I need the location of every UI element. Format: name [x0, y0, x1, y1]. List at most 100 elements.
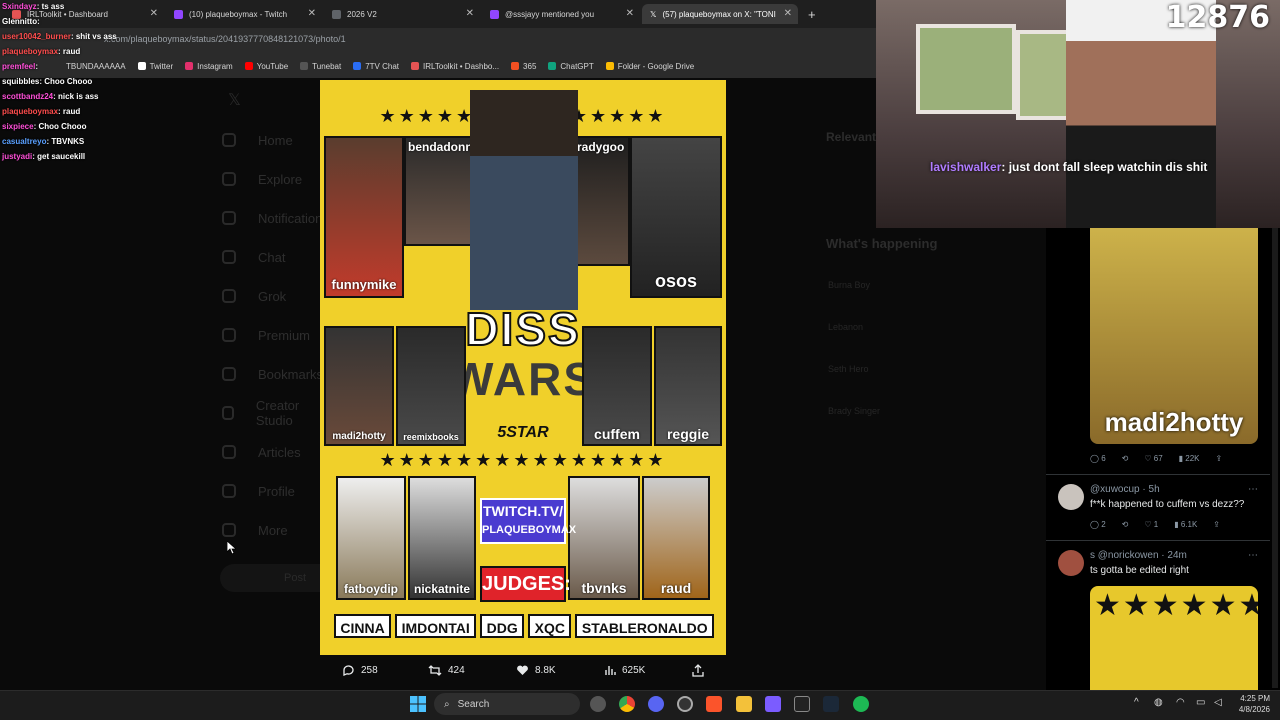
nav-label: More — [258, 522, 288, 538]
reply2-likes[interactable]: ♡ 1 — [1144, 520, 1158, 529]
reply2-replies[interactable]: ◯ 2 — [1090, 520, 1106, 529]
bookmark-chatgpt[interactable]: ChatGPT — [548, 62, 594, 71]
bookmark-twitter[interactable]: Twitter — [137, 62, 173, 71]
bookmark-drive[interactable]: Folder - Google Drive — [605, 62, 694, 71]
new-tab-button[interactable]: + — [800, 4, 820, 24]
reply1-views[interactable]: ▮ 22K — [1179, 454, 1200, 463]
close-tab-icon[interactable]: ✕ — [626, 8, 634, 19]
close-tab-icon[interactable]: ✕ — [466, 8, 474, 19]
chat-username[interactable]: scottbandz24 — [2, 92, 53, 101]
wifi-icon[interactable]: ◠ — [1176, 697, 1185, 708]
taskbar-search[interactable]: ⌕ Search — [434, 693, 580, 715]
close-tab-icon[interactable]: ✕ — [150, 8, 158, 19]
bookmark-irltoolkit[interactable]: IRLToolkit • Dashbo... — [411, 62, 499, 71]
like-count: 67 — [1153, 454, 1163, 463]
bookmark-label: Tunebat — [312, 61, 342, 71]
chat-line: squibbles: Choo Chooo — [2, 77, 92, 86]
volume-icon[interactable]: ◁ — [1214, 697, 1222, 708]
reply2-views[interactable]: ▮ 6.1K — [1174, 520, 1197, 529]
photo-madi2hotty: madi2hotty — [324, 326, 394, 446]
avatar[interactable] — [1058, 484, 1084, 510]
chat-username[interactable]: plaqueboymax — [2, 47, 58, 56]
close-tab-icon[interactable]: ✕ — [308, 8, 316, 19]
bookmark-instagram[interactable]: Instagram — [185, 62, 233, 71]
chat-username[interactable]: plaqueboymax — [2, 107, 58, 116]
chrome-icon[interactable] — [619, 696, 635, 712]
chevron-up-icon[interactable]: ^ — [1134, 697, 1139, 708]
views-action[interactable]: 625K — [604, 664, 645, 676]
chat-username[interactable]: premfeel — [2, 62, 35, 71]
display-icon[interactable]: ▭ — [1196, 697, 1205, 708]
share-icon[interactable]: ⇪ — [1213, 520, 1220, 529]
bookmark-tunebat[interactable]: Tunebat — [300, 62, 341, 71]
tab-mention[interactable]: @sssjayy mentioned you ✕ — [482, 4, 640, 24]
tab-twitch[interactable]: (10) plaqueboymax - Twitch ✕ — [166, 4, 322, 24]
share-icon[interactable]: ⇪ — [1216, 454, 1223, 463]
chat-username[interactable]: Sxindayz — [2, 2, 37, 11]
nav-creator-studio[interactable]: Creator Studio — [222, 398, 322, 428]
close-tab-icon[interactable]: ✕ — [784, 8, 792, 19]
chat-username[interactable]: casualtreyo — [2, 137, 46, 146]
photo-osos: osos — [630, 136, 722, 298]
reply2-handle[interactable]: @xuwocup · 5h — [1090, 484, 1160, 495]
more-icon[interactable]: ⋯ — [1248, 550, 1258, 561]
url-text[interactable]: x.com/plaqueboymax/status/20419377708481… — [104, 34, 346, 44]
avatar[interactable] — [1058, 550, 1084, 576]
tab-x-active[interactable]: 𝕏 (57) plaqueboymax on X: "TONI ✕ — [642, 4, 798, 24]
chat-username[interactable]: sixpiece — [2, 122, 34, 131]
trend-item[interactable]: Lebanon — [828, 322, 863, 332]
file-explorer-icon[interactable] — [736, 696, 752, 712]
bookmark-youtube[interactable]: YouTube — [244, 62, 288, 71]
nav-home[interactable]: Home — [222, 130, 293, 150]
chat-username[interactable]: squibbles — [2, 77, 39, 86]
chat-username[interactable]: justyadi — [2, 152, 32, 161]
diss-wars-poster[interactable]: ★★★★★★★★★★★★★★★ funnymike bendadonnn bra… — [320, 80, 726, 655]
nav-bookmarks[interactable]: Bookmarks — [222, 364, 323, 384]
nav-notifications[interactable]: Notifications — [222, 208, 329, 228]
chat-message: Choo Chooo — [38, 122, 87, 131]
nav-grok[interactable]: Grok — [222, 286, 286, 306]
bookmark-tbunda[interactable]: TBUNDAAAAAA — [66, 62, 126, 71]
trend-item[interactable]: Seth Hero — [828, 364, 869, 374]
youtube-icon — [244, 62, 253, 70]
trend-item[interactable]: Burna Boy — [828, 280, 870, 290]
nav-chat[interactable]: Chat — [222, 247, 285, 267]
nav-profile[interactable]: Profile — [222, 481, 295, 501]
nav-more[interactable]: More — [222, 520, 288, 540]
bookmark-7tv[interactable]: 7TV Chat — [353, 62, 399, 71]
tab-2026[interactable]: 2026 V2 ✕ — [324, 4, 480, 24]
bookmark-365[interactable]: 365 — [511, 62, 536, 71]
steam-icon[interactable] — [823, 696, 839, 712]
discord-icon[interactable] — [648, 696, 664, 712]
nav-premium[interactable]: Premium — [222, 325, 310, 345]
trend-item[interactable]: Brady Singer — [828, 406, 880, 416]
scrollbar[interactable] — [1272, 228, 1278, 688]
epic-games-icon[interactable] — [794, 696, 810, 712]
network-icon[interactable]: ◍ — [1154, 697, 1163, 708]
reply-icon — [343, 665, 354, 676]
taskbar-clock[interactable]: 4:25 PM 4/8/2026 — [1239, 693, 1270, 715]
reply3-handle[interactable]: s @norickowen · 24m — [1090, 550, 1187, 561]
reply1-likes[interactable]: ♡ 67 — [1144, 454, 1162, 463]
windows-start-icon[interactable] — [410, 696, 426, 712]
spotify-icon[interactable] — [853, 696, 869, 712]
like-action[interactable]: 8.8K — [516, 664, 556, 676]
nav-explore[interactable]: Explore — [222, 169, 302, 189]
reply-action[interactable]: 258 — [342, 664, 378, 677]
share-action[interactable] — [692, 664, 710, 677]
repost-icon[interactable]: ⟲ — [1122, 520, 1129, 529]
reply1-replies[interactable]: ◯ 6 — [1090, 454, 1106, 463]
repost-icon[interactable]: ⟲ — [1122, 454, 1129, 463]
repost-action[interactable]: 424 — [428, 664, 465, 677]
app-grid-icon[interactable] — [765, 696, 781, 712]
brave-icon[interactable] — [706, 696, 722, 712]
chat-username[interactable]: user10042_burner — [2, 32, 71, 41]
judge-name: STABLERONALDO — [575, 614, 715, 638]
chat-username[interactable]: Glennitto — [2, 17, 37, 26]
reply3-image[interactable]: ★★★★★★★★★★★★★★★ — [1090, 586, 1258, 690]
app-icon[interactable] — [677, 696, 693, 712]
reply-image[interactable]: madi2hotty — [1090, 228, 1258, 444]
nav-articles[interactable]: Articles — [222, 442, 301, 462]
app-icon[interactable] — [590, 696, 606, 712]
more-icon[interactable]: ⋯ — [1248, 484, 1258, 495]
